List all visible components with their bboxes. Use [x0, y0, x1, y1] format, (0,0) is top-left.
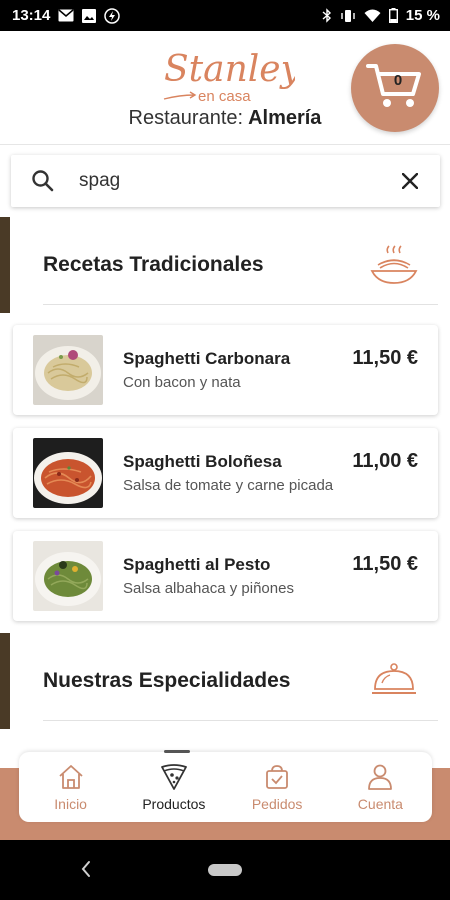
vibrate-icon: [340, 9, 356, 23]
system-navigation-bar: [0, 840, 450, 900]
pesto-photo: [33, 541, 103, 611]
carbonara-photo: [33, 335, 103, 405]
mail-icon: [58, 9, 74, 22]
bolt-icon: [104, 7, 121, 24]
product-price: 11,00 €: [352, 450, 418, 472]
category-marker: [0, 633, 10, 729]
category-divider: [43, 720, 438, 721]
cart-button[interactable]: 0: [351, 44, 439, 132]
nav-productos[interactable]: Productos: [122, 750, 225, 822]
status-bar: 13:14 15 %: [0, 0, 450, 31]
product-name: Spaghetti Carbonara: [123, 349, 291, 368]
battery-percent: 15 %: [405, 7, 440, 24]
category-marker: [0, 217, 10, 313]
product-name: Spaghetti Boloñesa: [123, 452, 282, 471]
search-bar: [11, 155, 440, 207]
bolognese-photo: [33, 438, 103, 508]
search-input[interactable]: [79, 167, 379, 195]
home-pill[interactable]: [208, 864, 242, 876]
product-card[interactable]: Spaghetti Boloñesa Salsa de tomate y car…: [13, 428, 438, 518]
brand-logo[interactable]: Stanley en casa: [160, 43, 302, 105]
user-icon: [368, 764, 393, 790]
search-icon: [31, 169, 55, 198]
back-icon[interactable]: [80, 860, 92, 883]
nav-inicio[interactable]: Inicio: [19, 752, 122, 822]
restaurant-name: Almería: [248, 107, 322, 129]
nav-label: Pedidos: [251, 796, 303, 812]
product-price: 11,50 €: [352, 347, 418, 369]
clear-search-button[interactable]: [396, 167, 424, 195]
product-name: Spaghetti al Pesto: [123, 555, 271, 574]
category-header[interactable]: Recetas Tradicionales: [43, 225, 438, 305]
product-description: Con bacon y nata: [123, 374, 241, 391]
battery-icon: [388, 8, 398, 23]
product-description: Salsa de tomate y carne picada: [123, 477, 334, 494]
product-card[interactable]: Spaghetti Carbonara Con bacon y nata 11,…: [13, 325, 438, 415]
product-price: 11,50 €: [352, 553, 418, 575]
image-icon: [82, 8, 97, 23]
bluetooth-icon: [322, 8, 332, 23]
svg-text:en casa: en casa: [198, 88, 251, 105]
nav-cuenta[interactable]: Cuenta: [329, 752, 432, 822]
nav-label: Inicio: [54, 796, 87, 812]
status-time: 13:14: [12, 7, 51, 24]
svg-text:Stanley: Stanley: [164, 49, 295, 90]
restaurant-label: Restaurante:: [128, 107, 244, 129]
cloche-icon: [370, 661, 418, 706]
active-indicator: [164, 750, 191, 753]
nav-label: Productos: [142, 796, 206, 812]
category-title: Recetas Tradicionales: [43, 253, 264, 276]
category-header[interactable]: Nuestras Especialidades: [43, 641, 438, 721]
bag-check-icon: [266, 765, 289, 789]
pizza-slice-icon: [160, 764, 187, 790]
wifi-icon: [364, 9, 381, 23]
category-title: Nuestras Especialidades: [43, 669, 291, 692]
product-card[interactable]: Spaghetti al Pesto Salsa albahaca y piño…: [13, 531, 438, 621]
category-divider: [43, 304, 438, 305]
app-header: Stanley en casa Restaurante: Almería 0: [0, 31, 450, 145]
cart-count: 0: [393, 72, 403, 89]
close-icon: [402, 173, 418, 189]
product-description: Salsa albahaca y piñones: [123, 580, 294, 597]
nav-label: Cuenta: [357, 796, 403, 812]
bottom-navigation: Inicio Productos Pedidos Cuenta: [19, 750, 432, 822]
home-icon: [59, 765, 83, 789]
pasta-bowl-icon: [370, 245, 418, 290]
nav-pedidos[interactable]: Pedidos: [226, 752, 329, 822]
